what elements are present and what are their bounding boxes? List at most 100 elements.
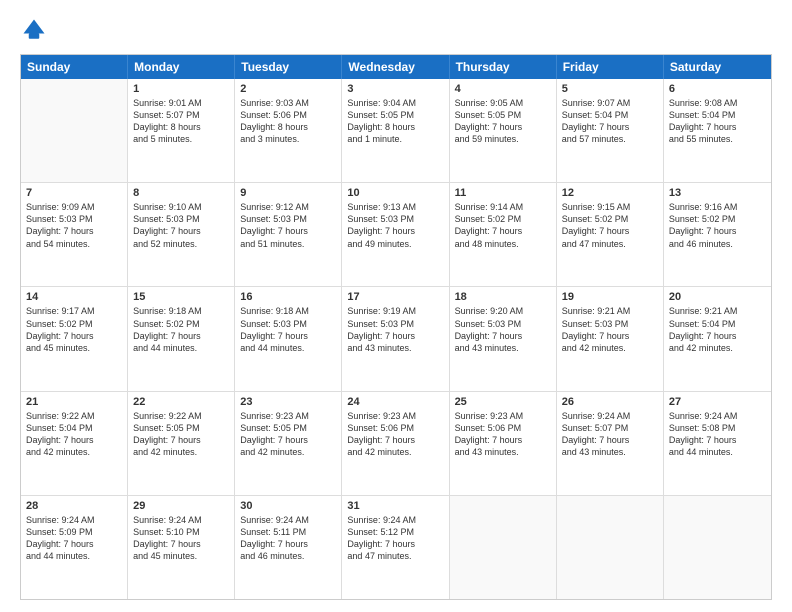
day-number: 6 [669, 83, 766, 95]
calendar-cell-2-3: 17Sunrise: 9:19 AMSunset: 5:03 PMDayligh… [342, 287, 449, 390]
cell-info-line: Sunrise: 9:24 AM [240, 514, 336, 526]
cell-info-line: Sunset: 5:02 PM [669, 213, 766, 225]
cell-info-line: Sunset: 5:04 PM [669, 318, 766, 330]
cell-info-line: Sunset: 5:02 PM [26, 318, 122, 330]
cell-info-line: Sunrise: 9:23 AM [240, 410, 336, 422]
calendar-cell-3-5: 26Sunrise: 9:24 AMSunset: 5:07 PMDayligh… [557, 392, 664, 495]
day-number: 21 [26, 396, 122, 408]
cell-info-line: Daylight: 7 hours [133, 225, 229, 237]
cell-info-line: and 45 minutes. [26, 342, 122, 354]
cell-info-line: Sunrise: 9:13 AM [347, 201, 443, 213]
cell-info-line: and 42 minutes. [562, 342, 658, 354]
cell-info-line: Daylight: 7 hours [26, 225, 122, 237]
cell-info-line: Daylight: 7 hours [26, 434, 122, 446]
day-number: 11 [455, 187, 551, 199]
cell-info-line: Sunrise: 9:09 AM [26, 201, 122, 213]
cell-info-line: Sunset: 5:06 PM [455, 422, 551, 434]
cell-info-line: Daylight: 7 hours [562, 225, 658, 237]
cell-info-line: Sunrise: 9:10 AM [133, 201, 229, 213]
calendar-cell-1-4: 11Sunrise: 9:14 AMSunset: 5:02 PMDayligh… [450, 183, 557, 286]
cell-info-line: Daylight: 7 hours [455, 434, 551, 446]
calendar-cell-2-1: 15Sunrise: 9:18 AMSunset: 5:02 PMDayligh… [128, 287, 235, 390]
calendar-cell-2-5: 19Sunrise: 9:21 AMSunset: 5:03 PMDayligh… [557, 287, 664, 390]
calendar-cell-4-6 [664, 496, 771, 599]
calendar-body: 1Sunrise: 9:01 AMSunset: 5:07 PMDaylight… [21, 79, 771, 599]
cell-info-line: Sunset: 5:08 PM [669, 422, 766, 434]
day-number: 30 [240, 500, 336, 512]
day-number: 27 [669, 396, 766, 408]
calendar-cell-3-4: 25Sunrise: 9:23 AMSunset: 5:06 PMDayligh… [450, 392, 557, 495]
cell-info-line: Sunrise: 9:12 AM [240, 201, 336, 213]
cell-info-line: Sunrise: 9:24 AM [347, 514, 443, 526]
cell-info-line: Daylight: 7 hours [669, 434, 766, 446]
day-number: 4 [455, 83, 551, 95]
cell-info-line: Sunrise: 9:24 AM [26, 514, 122, 526]
calendar-row-0: 1Sunrise: 9:01 AMSunset: 5:07 PMDaylight… [21, 79, 771, 183]
cell-info-line: and 43 minutes. [347, 342, 443, 354]
cell-info-line: Sunset: 5:10 PM [133, 526, 229, 538]
cell-info-line: Daylight: 7 hours [133, 538, 229, 550]
calendar-row-3: 21Sunrise: 9:22 AMSunset: 5:04 PMDayligh… [21, 392, 771, 496]
cell-info-line: Sunset: 5:03 PM [347, 213, 443, 225]
cell-info-line: Daylight: 7 hours [26, 538, 122, 550]
cell-info-line: Sunrise: 9:05 AM [455, 97, 551, 109]
cell-info-line: Sunset: 5:04 PM [669, 109, 766, 121]
day-number: 20 [669, 291, 766, 303]
calendar-cell-1-0: 7 Sunrise: 9:09 AMSunset: 5:03 PMDaylight… [21, 183, 128, 286]
cell-info-line: Sunrise: 9:04 AM [347, 97, 443, 109]
calendar-cell-4-5 [557, 496, 664, 599]
day-number: 26 [562, 396, 658, 408]
calendar-cell-4-4 [450, 496, 557, 599]
calendar-cell-2-4: 18Sunrise: 9:20 AMSunset: 5:03 PMDayligh… [450, 287, 557, 390]
cell-info-line: Sunrise: 9:20 AM [455, 305, 551, 317]
cell-info-line: and 3 minutes. [240, 133, 336, 145]
cell-info-line: Daylight: 7 hours [240, 434, 336, 446]
cell-info-line: Sunset: 5:03 PM [240, 213, 336, 225]
cell-info-line: Sunset: 5:03 PM [26, 213, 122, 225]
cell-info-line: Sunrise: 9:22 AM [133, 410, 229, 422]
cell-info-line: and 55 minutes. [669, 133, 766, 145]
cell-info-line: and 44 minutes. [133, 342, 229, 354]
cell-info-line: and 42 minutes. [347, 446, 443, 458]
cell-info-line: Sunrise: 9:23 AM [347, 410, 443, 422]
cell-info-line: Sunset: 5:05 PM [455, 109, 551, 121]
cell-info-line: and 46 minutes. [240, 550, 336, 562]
cell-info-line: Daylight: 7 hours [26, 330, 122, 342]
calendar-cell-3-0: 21Sunrise: 9:22 AMSunset: 5:04 PMDayligh… [21, 392, 128, 495]
cell-info-line: and 47 minutes. [562, 238, 658, 250]
cell-info-line: Daylight: 7 hours [240, 330, 336, 342]
cell-info-line: Daylight: 7 hours [455, 225, 551, 237]
calendar-cell-4-3: 31Sunrise: 9:24 AMSunset: 5:12 PMDayligh… [342, 496, 449, 599]
cell-info-line: and 49 minutes. [347, 238, 443, 250]
cell-info-line: Sunrise: 9:23 AM [455, 410, 551, 422]
cell-info-line: Sunset: 5:03 PM [133, 213, 229, 225]
calendar-row-2: 14Sunrise: 9:17 AMSunset: 5:02 PMDayligh… [21, 287, 771, 391]
cell-info-line: Sunrise: 9:24 AM [669, 410, 766, 422]
cell-info-line: Sunset: 5:02 PM [562, 213, 658, 225]
cell-info-line: Daylight: 7 hours [347, 330, 443, 342]
day-number: 5 [562, 83, 658, 95]
day-number: 7 [26, 187, 122, 199]
day-number: 23 [240, 396, 336, 408]
cell-info-line: Sunset: 5:03 PM [347, 318, 443, 330]
header-day-tuesday: Tuesday [235, 55, 342, 79]
calendar-cell-0-6: 6Sunrise: 9:08 AMSunset: 5:04 PMDaylight… [664, 79, 771, 182]
day-number: 16 [240, 291, 336, 303]
cell-info-line: Daylight: 7 hours [347, 434, 443, 446]
cell-info-line: Daylight: 7 hours [347, 538, 443, 550]
cell-info-line: Sunrise: 9:16 AM [669, 201, 766, 213]
cell-info-line: Sunset: 5:07 PM [562, 422, 658, 434]
cell-info-line: Daylight: 7 hours [562, 121, 658, 133]
cell-info-line: Sunset: 5:09 PM [26, 526, 122, 538]
calendar-cell-0-5: 5Sunrise: 9:07 AMSunset: 5:04 PMDaylight… [557, 79, 664, 182]
cell-info-line: Sunrise: 9:08 AM [669, 97, 766, 109]
calendar-cell-4-1: 29Sunrise: 9:24 AMSunset: 5:10 PMDayligh… [128, 496, 235, 599]
cell-info-line: Sunrise: 9:07 AM [562, 97, 658, 109]
calendar-cell-1-3: 10Sunrise: 9:13 AMSunset: 5:03 PMDayligh… [342, 183, 449, 286]
day-number: 3 [347, 83, 443, 95]
calendar: SundayMondayTuesdayWednesdayThursdayFrid… [20, 54, 772, 600]
cell-info-line: Daylight: 8 hours [240, 121, 336, 133]
cell-info-line: and 45 minutes. [133, 550, 229, 562]
header [20, 16, 772, 44]
cell-info-line: and 47 minutes. [347, 550, 443, 562]
